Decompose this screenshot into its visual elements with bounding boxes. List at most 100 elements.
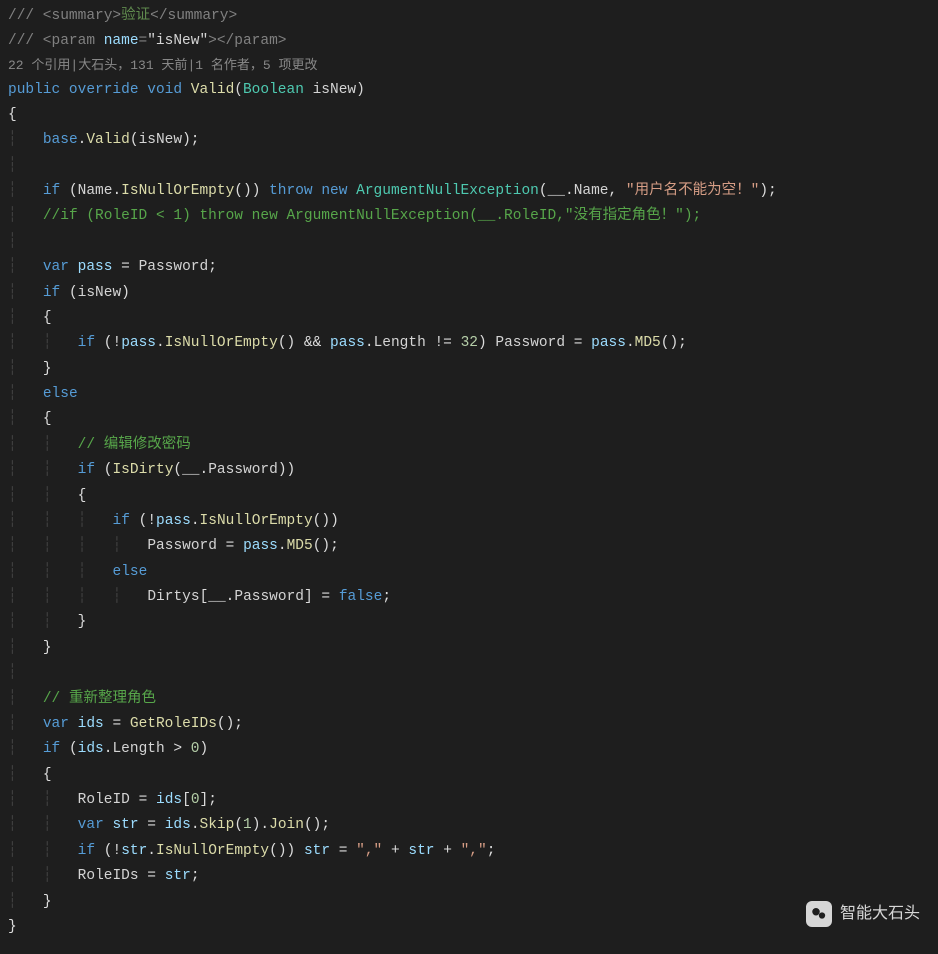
method-signature: public override void Valid(Boolean isNew…: [8, 78, 930, 103]
if-ids-len: ┆ if (ids.Length > 0): [8, 737, 930, 762]
doc-param-line: /// <param name="isNew"></param>: [8, 29, 930, 54]
watermark: 智能大石头: [806, 900, 920, 928]
kw-if7: if: [78, 843, 95, 859]
arg-isnew2: isNew: [78, 285, 122, 301]
brace-open: {: [8, 103, 930, 128]
kw-new: new: [321, 183, 347, 199]
var-pass-decl: ┆ var pass = Password;: [8, 255, 930, 280]
kw-var: var: [43, 259, 69, 275]
num-0: 0: [191, 741, 200, 757]
local-str2: str: [121, 843, 147, 859]
prop-roleid: RoleID: [78, 792, 130, 808]
under1: __: [548, 183, 565, 199]
prop-roleids: RoleIDs: [78, 868, 139, 884]
num-32: 32: [461, 335, 478, 351]
local-pass6: pass: [243, 538, 278, 554]
brace-open-2: ┆ {: [8, 306, 930, 331]
roleids-assign: ┆ ┆ RoleIDs = str;: [8, 864, 930, 889]
type-argnullex: ArgumentNullException: [356, 183, 539, 199]
local-str5: str: [165, 868, 191, 884]
dirtys-false: ┆ ┆ ┆ ┆ Dirtys[__.Password] = false;: [8, 585, 930, 610]
brace-close-5: ┆ }: [8, 890, 930, 915]
local-ids3: ids: [156, 792, 182, 808]
blank-line-3: ┆: [8, 661, 930, 686]
local-str: str: [112, 817, 138, 833]
num-0b: 0: [191, 792, 200, 808]
prop-length: Length: [374, 335, 426, 351]
local-str3: str: [304, 843, 330, 859]
under3: __: [208, 589, 225, 605]
param-attr-name: name: [104, 33, 139, 49]
brace-close-2: ┆ }: [8, 357, 930, 382]
brace-close-main: }: [8, 915, 930, 940]
if-pass-md5: ┆ ┆ if (!pass.IsNullOrEmpty() && pass.Le…: [8, 331, 930, 356]
func-isnull3: IsNullOrEmpty: [200, 513, 313, 529]
local-ids: ids: [78, 716, 104, 732]
prop-length2: Length: [112, 741, 164, 757]
kw-else: else: [43, 386, 78, 402]
func-valid: Valid: [86, 132, 130, 148]
comment-roleid: ┆ //if (RoleID < 1) throw new ArgumentNu…: [8, 204, 930, 229]
string-comma2: ",": [461, 843, 487, 859]
roleid-assign: ┆ ┆ RoleID = ids[0];: [8, 788, 930, 813]
local-pass4: pass: [591, 335, 626, 351]
func-getroleids: GetRoleIDs: [130, 716, 217, 732]
arg-isnew: isNew: [139, 132, 183, 148]
local-pass: pass: [78, 259, 113, 275]
num-1: 1: [243, 817, 252, 833]
kw-if5: if: [113, 513, 130, 529]
param-name: isNew: [313, 82, 357, 98]
if-isdirty: ┆ ┆ if (IsDirty(__.Password)): [8, 458, 930, 483]
func-skip: Skip: [200, 817, 235, 833]
kw-if3: if: [78, 335, 95, 351]
summary-open-tag: /// <summary>: [8, 8, 121, 24]
var-str-decl: ┆ ┆ var str = ids.Skip(1).Join();: [8, 813, 930, 838]
kw-false: false: [339, 589, 383, 605]
else-2: ┆ ┆ ┆ else: [8, 560, 930, 585]
local-ids4: ids: [165, 817, 191, 833]
kw-public: public: [8, 82, 60, 98]
kw-if4: if: [78, 462, 95, 478]
string-err1: "用户名不能为空！": [626, 183, 759, 199]
local-pass2: pass: [121, 335, 156, 351]
func-isdirty: IsDirty: [112, 462, 173, 478]
method-name: Valid: [191, 82, 235, 98]
codelens-author[interactable]: 大石头，131 天前: [78, 58, 187, 73]
summary-text: 验证: [121, 8, 150, 24]
if-isnew: ┆ if (isNew): [8, 281, 930, 306]
func-join: Join: [269, 817, 304, 833]
kw-override: override: [69, 82, 139, 98]
codelens-changes[interactable]: 1 名作者，5 项更改: [195, 58, 317, 73]
brace-open-3: ┆ {: [8, 407, 930, 432]
kw-throw: throw: [269, 183, 313, 199]
brace-open-5: ┆ {: [8, 763, 930, 788]
param-close-tag: ></param>: [208, 33, 286, 49]
param-type: Boolean: [243, 82, 304, 98]
wechat-icon: [806, 901, 832, 927]
prop-dirtys: Dirtys: [147, 589, 199, 605]
codelens-line[interactable]: 22 个引用|大石头，131 天前|1 名作者，5 项更改: [8, 55, 930, 78]
prop-password5: Password: [234, 589, 304, 605]
param-open-tag: /// <param: [8, 33, 104, 49]
codelens-refs[interactable]: 22 个引用: [8, 58, 70, 73]
blank-line: ┆: [8, 154, 930, 179]
kw-else2: else: [113, 564, 148, 580]
local-ids2: ids: [78, 741, 104, 757]
param-attr-val: "isNew": [147, 33, 208, 49]
func-isnullorempty: IsNullOrEmpty: [121, 183, 234, 199]
assign-pw-md5: ┆ ┆ ┆ ┆ Password = pass.MD5();: [8, 534, 930, 559]
kw-if2: if: [43, 285, 60, 301]
kw-if6: if: [43, 741, 60, 757]
summary-close-tag: </summary>: [150, 8, 237, 24]
comment-edit-text: // 编辑修改密码: [78, 437, 191, 453]
kw-var3: var: [78, 817, 104, 833]
comment-role-text: //if (RoleID < 1) throw new ArgumentNull…: [43, 208, 701, 224]
func-md5: MD5: [635, 335, 661, 351]
else-line: ┆ else: [8, 382, 930, 407]
local-pass5: pass: [156, 513, 191, 529]
watermark-text: 智能大石头: [840, 900, 920, 928]
var-ids-decl: ┆ var ids = GetRoleIDs();: [8, 712, 930, 737]
comment-roles-text: // 重新整理角色: [43, 691, 156, 707]
func-md5-2: MD5: [287, 538, 313, 554]
if-pass-notnull: ┆ ┆ ┆ if (!pass.IsNullOrEmpty()): [8, 509, 930, 534]
